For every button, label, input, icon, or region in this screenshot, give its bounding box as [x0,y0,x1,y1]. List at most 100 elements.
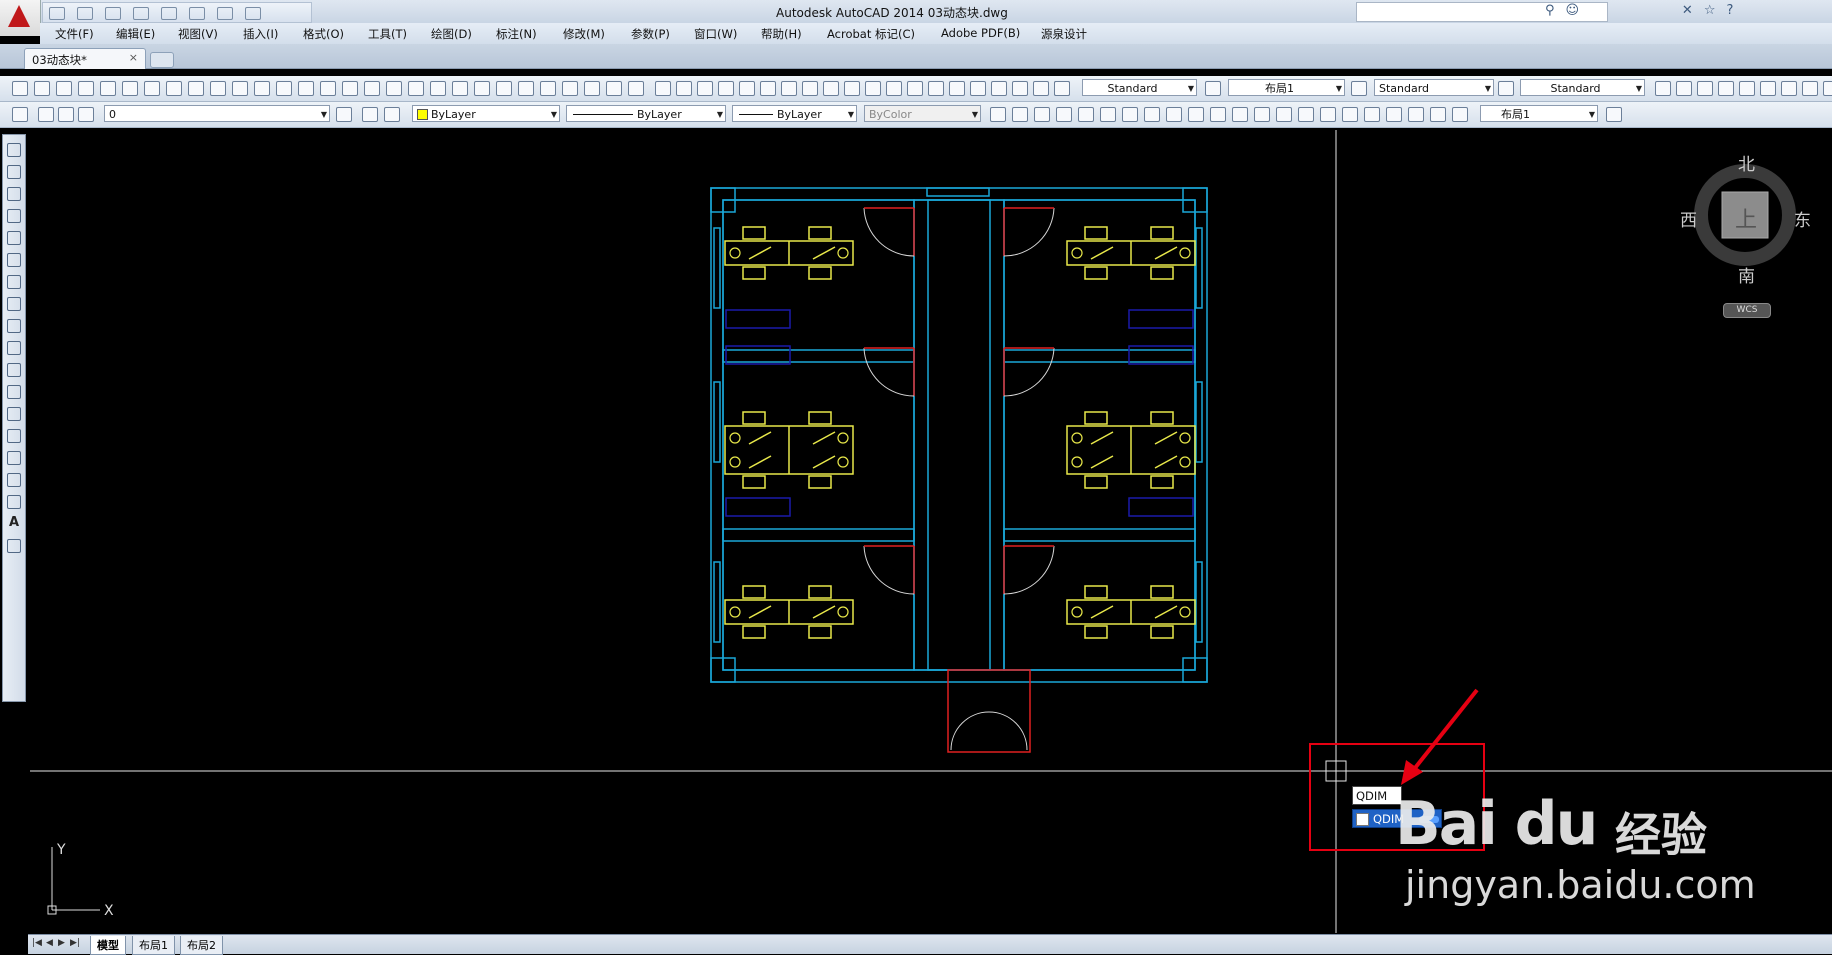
toolbar-button-icon[interactable] [254,81,270,96]
toolbar-button-icon[interactable] [12,81,28,96]
linetype-select[interactable]: ByLayer ▼ [566,105,726,122]
toolbar-button-icon[interactable] [1298,107,1314,122]
toolbar-button-icon[interactable] [991,81,1007,96]
dim-style-select[interactable]: 布局1 ▼ [1228,79,1345,96]
toolbar-button-icon[interactable] [452,81,468,96]
draw-tool-icon[interactable] [7,407,21,421]
toolbar-button-icon[interactable] [336,107,352,122]
viewcube-west[interactable]: 西 [1680,206,1697,231]
draw-tool-icon[interactable] [7,341,21,355]
toolbar-button-icon[interactable] [628,81,644,96]
toolbar-button-icon[interactable] [1430,107,1446,122]
toolbar-button-icon[interactable] [1056,107,1072,122]
next-layout-icon[interactable]: ▶ [58,938,65,948]
draw-tool-icon[interactable] [7,473,21,487]
toolbar-button-icon[interactable] [1452,107,1468,122]
menu-view[interactable]: 视图(V) [178,26,218,42]
table-style-select[interactable]: Standard ▼ [1374,79,1494,96]
toolbar-button-icon[interactable] [949,81,965,96]
toolbar-button-icon[interactable] [1254,107,1270,122]
toolbar-button-icon[interactable] [1210,107,1226,122]
first-layout-icon[interactable]: |◀ [32,938,42,948]
layer-select[interactable]: 0 ▼ [104,105,330,122]
toolbar-button-icon[interactable] [1802,81,1818,96]
toolbar-button-icon[interactable] [1606,107,1622,122]
last-layout-icon[interactable]: ▶| [70,938,80,948]
toolbar-button-icon[interactable] [1122,107,1138,122]
toolbar-button-icon[interactable] [1408,107,1424,122]
toolbar-button-icon[interactable] [12,107,28,122]
draw-tool-icon[interactable] [7,495,21,509]
toolbar-button-icon[interactable] [1205,81,1221,96]
toolbar-button-icon[interactable] [781,81,797,96]
toolbar-button-icon[interactable] [990,107,1006,122]
toolbar-button-icon[interactable] [739,81,755,96]
toolbar-button-icon[interactable] [1351,81,1367,96]
wcs-menu[interactable]: WCS [1723,303,1771,318]
draw-tool-icon[interactable] [7,143,21,157]
viewcube[interactable]: 北 南 东 西 上 WCS [1680,150,1811,318]
toolbar-button-icon[interactable] [1012,107,1028,122]
toolbar-button-icon[interactable] [1697,81,1713,96]
toolbar-button-icon[interactable] [540,81,556,96]
text-style-select[interactable]: Standard ▼ [1082,79,1197,96]
toolbar-button-icon[interactable] [122,81,138,96]
menu-modify[interactable]: 修改(M) [563,26,605,42]
toolbar-button-icon[interactable] [1033,81,1049,96]
viewcube-east[interactable]: 东 [1794,206,1811,231]
color-select[interactable]: ByLayer ▼ [412,105,560,122]
toolbar-button-icon[interactable] [1166,107,1182,122]
draw-tool-icon[interactable] [7,297,21,311]
tab-model[interactable]: 模型 [90,936,126,955]
viewcube-top-face[interactable]: 上 [1735,202,1757,234]
toolbar-button-icon[interactable] [34,81,50,96]
app-menu-button[interactable] [0,0,41,36]
toolbar-button-icon[interactable] [232,81,248,96]
toolbar-button-icon[interactable] [1676,81,1692,96]
draw-tool-icon[interactable] [7,253,21,267]
toolbar-button-icon[interactable] [970,81,986,96]
draw-tool-icon[interactable] [7,165,21,179]
lineweight-select[interactable]: ByLayer ▼ [732,105,857,122]
toolbar-button-icon[interactable] [1078,107,1094,122]
toolbar-button-icon[interactable] [802,81,818,96]
toolbar-button-icon[interactable] [606,81,622,96]
new-tab-button[interactable] [150,52,174,68]
toolbar-button-icon[interactable] [1012,81,1028,96]
close-icon[interactable]: × [129,51,138,64]
menu-acrobat[interactable]: Acrobat 标记(C) [827,26,915,42]
toolbar-button-icon[interactable] [865,81,881,96]
toolbar-button-icon[interactable] [1364,107,1380,122]
draw-tool-icon[interactable] [7,187,21,201]
toolbar-button-icon[interactable] [1760,81,1776,96]
tab-document[interactable]: 03动态块* × [24,48,146,69]
toolbar-button-icon[interactable] [518,81,534,96]
draw-tool-icon[interactable] [7,209,21,223]
toolbar-button-icon[interactable] [188,81,204,96]
menu-dimension[interactable]: 标注(N) [496,26,537,42]
toolbar-button-icon[interactable] [364,81,380,96]
toolbar-button-icon[interactable] [1100,107,1116,122]
menu-draw[interactable]: 绘图(D) [431,26,472,42]
toolbar-button-icon[interactable] [1739,81,1755,96]
draw-tool-icon[interactable] [7,319,21,333]
toolbar-button-icon[interactable] [1034,107,1050,122]
menu-format[interactable]: 格式(O) [303,26,344,42]
menu-tools[interactable]: 工具(T) [368,26,407,42]
toolbar-button-icon[interactable] [928,81,944,96]
draw-tool-icon[interactable] [7,363,21,377]
toolbar-button-icon[interactable] [1655,81,1671,96]
user-icon[interactable]: ☺ [1566,3,1580,18]
draw-tool-icon[interactable] [7,275,21,289]
toolbar-button-icon[interactable] [430,81,446,96]
toolbar-button-icon[interactable] [384,107,400,122]
toolbar-button-icon[interactable] [1781,81,1797,96]
toolbar-button-icon[interactable] [298,81,314,96]
draw-tool-icon[interactable] [7,429,21,443]
toolbar-button-icon[interactable] [408,81,424,96]
toolbar-button-icon[interactable] [655,81,671,96]
draw-tool-icon[interactable] [7,385,21,399]
tab-layout1[interactable]: 布局1 [132,936,175,955]
toolbar-button-icon[interactable] [697,81,713,96]
toolbar-button-icon[interactable] [1386,107,1402,122]
